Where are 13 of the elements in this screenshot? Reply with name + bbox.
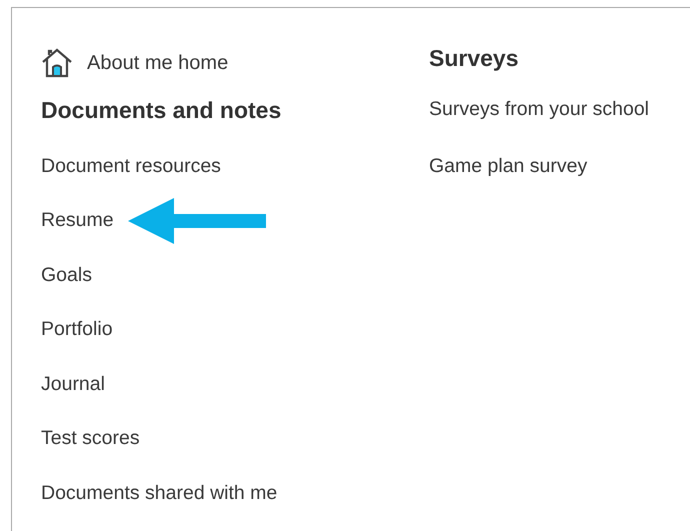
nav-link[interactable]: Documents shared with me [41, 482, 278, 505]
nav-link[interactable]: Document resources [41, 154, 221, 178]
nav-link[interactable]: Game plan survey [429, 155, 588, 178]
nav-link[interactable]: Surveys from your school [429, 98, 649, 120]
nav-link[interactable]: Test scores [41, 427, 140, 450]
nav-link[interactable]: Goals [41, 264, 92, 287]
nav-link[interactable]: Journal [41, 372, 105, 396]
section-heading: Documents and notes [41, 97, 282, 125]
home-link[interactable]: About me home [87, 52, 228, 74]
section-heading: Surveys [429, 45, 520, 73]
home-icon [41, 48, 73, 78]
nav-link[interactable]: Resume [41, 209, 114, 232]
nav-link[interactable]: Portfolio [41, 318, 113, 342]
